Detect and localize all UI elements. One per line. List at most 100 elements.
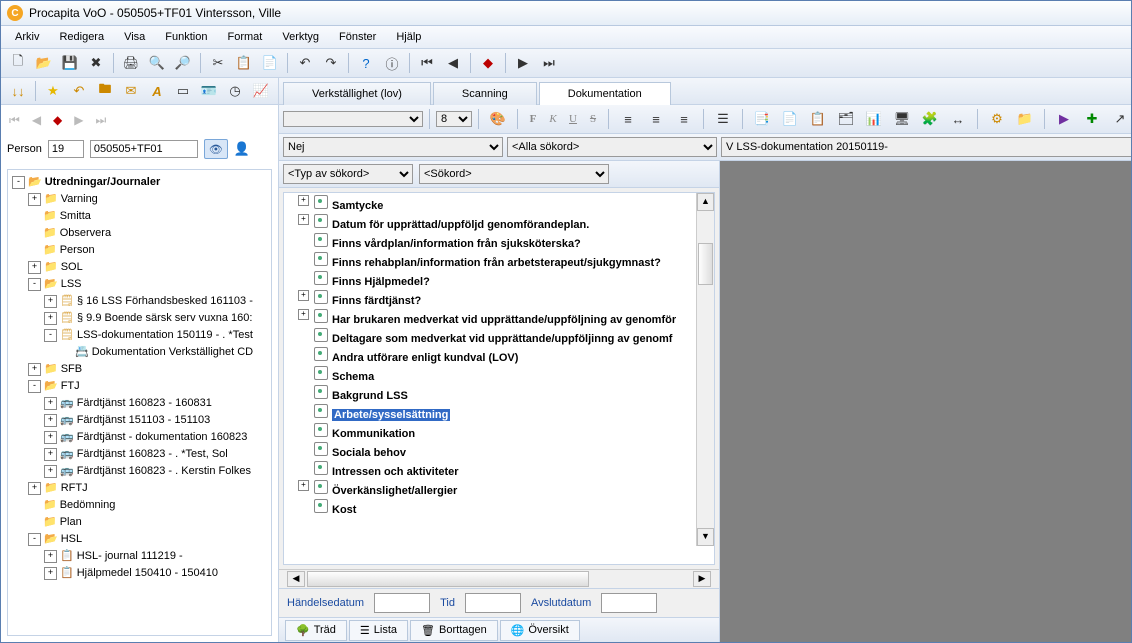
event-date-input[interactable]: [374, 593, 430, 613]
expand-icon[interactable]: +: [298, 309, 309, 320]
person-id-input[interactable]: [90, 140, 198, 158]
export-icon[interactable]: ↗: [1108, 107, 1131, 131]
nav-prev-icon[interactable]: ◀: [30, 113, 43, 127]
tree-item[interactable]: -📂FTJ+🚌Färdtjänst 160823 - 160831+🚌Färdt…: [28, 378, 269, 480]
menu-arkiv[interactable]: Arkiv: [5, 28, 49, 46]
id-icon[interactable]: 🪪: [197, 79, 221, 103]
horizontal-scrollbar[interactable]: ◀ ▶: [279, 569, 719, 588]
paste-icon[interactable]: 📄: [258, 51, 282, 75]
keyword-item[interactable]: Kommunikation: [284, 423, 714, 442]
time-input[interactable]: [465, 593, 521, 613]
expand-icon[interactable]: +: [28, 193, 41, 206]
tree-item[interactable]: +📁SFB: [28, 361, 269, 378]
keyword-item[interactable]: Bakgrund LSS: [284, 385, 714, 404]
expand-icon[interactable]: +: [298, 290, 309, 301]
expand-icon[interactable]: +: [298, 214, 309, 225]
folder2-icon[interactable]: 🖿: [93, 79, 117, 103]
tree-item[interactable]: 📁Plan: [28, 514, 269, 531]
t8-icon[interactable]: ↔: [946, 107, 970, 131]
menu-hjälp[interactable]: Hjälp: [386, 28, 431, 46]
add-icon[interactable]: ✚: [1080, 107, 1104, 131]
filter3-select[interactable]: V LSS-dokumentation 20150119-: [721, 137, 1131, 157]
info-icon[interactable]: ⓘ: [380, 51, 404, 75]
save-icon[interactable]: 💾: [58, 51, 82, 75]
tree-item[interactable]: +📋HSL- journal 111219 -: [44, 548, 269, 565]
end-date-input[interactable]: [601, 593, 657, 613]
filter1-select[interactable]: Nej: [283, 137, 503, 157]
star-icon[interactable]: ★: [41, 79, 65, 103]
tree-item[interactable]: 📇Dokumentation Verkställighet CD: [60, 344, 269, 361]
keyword-item[interactable]: +Datum för upprättad/uppföljd genomföran…: [284, 214, 714, 233]
tree-item[interactable]: +🚌Färdtjänst 151103 - 151103: [44, 412, 269, 429]
undo2-icon[interactable]: ↶: [67, 79, 91, 103]
tree-item[interactable]: -🗒LSS-dokumentation 150119 - . *Test📇Dok…: [44, 327, 269, 361]
expand-icon[interactable]: -: [44, 329, 57, 342]
menu-redigera[interactable]: Redigera: [49, 28, 114, 46]
t1-icon[interactable]: 📑: [750, 107, 774, 131]
t4-icon[interactable]: 🗂: [834, 107, 858, 131]
view-tab-översikt[interactable]: 🌐Översikt: [500, 620, 580, 641]
tree-item[interactable]: +📁SOL: [28, 259, 269, 276]
find-icon[interactable]: 🔎: [171, 51, 195, 75]
strike-icon[interactable]: S: [584, 113, 602, 125]
clock-icon[interactable]: ◷: [223, 79, 247, 103]
tree-item[interactable]: 📁Observera: [28, 225, 269, 242]
expand-icon[interactable]: +: [44, 312, 57, 325]
menu-format[interactable]: Format: [218, 28, 273, 46]
last-icon[interactable]: ⏭: [537, 51, 561, 75]
bold-icon[interactable]: F: [524, 113, 542, 125]
menu-verktyg[interactable]: Verktyg: [272, 28, 329, 46]
bold-a-icon[interactable]: A: [145, 79, 169, 103]
align-right-icon[interactable]: ≡: [672, 107, 696, 131]
expand-icon[interactable]: +: [44, 567, 57, 580]
expand-icon[interactable]: +: [298, 480, 309, 491]
tab-2[interactable]: Dokumentation: [539, 82, 671, 105]
tab-1[interactable]: Scanning: [433, 82, 537, 105]
person-silhouette-icon[interactable]: 👤: [234, 141, 250, 157]
align-center-icon[interactable]: ≡: [644, 107, 668, 131]
first-icon[interactable]: ⏮: [415, 51, 439, 75]
expand-icon[interactable]: +: [28, 482, 41, 495]
view-person-button[interactable]: 👁: [204, 139, 228, 159]
keyword-item[interactable]: Finns vårdplan/information från sjuksköt…: [284, 233, 714, 252]
next-icon[interactable]: ▶: [511, 51, 535, 75]
print-icon[interactable]: 🖨: [119, 51, 143, 75]
t9-icon[interactable]: ⚙: [985, 107, 1009, 131]
undo-icon[interactable]: ↶: [293, 51, 317, 75]
list-icon[interactable]: ☰: [711, 107, 735, 131]
kw-select[interactable]: <Sökord>: [419, 164, 609, 184]
keyword-item[interactable]: Andra utförare enligt kundval (LOV): [284, 347, 714, 366]
view-tab-borttagen[interactable]: 🗑Borttagen: [410, 620, 498, 641]
expand-icon[interactable]: +: [44, 414, 57, 427]
tree-item[interactable]: -📂HSL+📋HSL- journal 111219 -+📋Hjälpmedel…: [28, 531, 269, 582]
tree-item[interactable]: +📁Varning: [28, 191, 269, 208]
cut-icon[interactable]: ✂: [206, 51, 230, 75]
expand-icon[interactable]: -: [28, 278, 41, 291]
tree-item[interactable]: +🗒§ 9.9 Boende särsk serv vuxna 160:: [44, 310, 269, 327]
keyword-item[interactable]: Schema: [284, 366, 714, 385]
keyword-item[interactable]: Sociala behov: [284, 442, 714, 461]
tree-item[interactable]: +🗒§ 16 LSS Förhandsbesked 161103 -: [44, 293, 269, 310]
align-left-icon[interactable]: ≡: [616, 107, 640, 131]
tree-item[interactable]: +🚌Färdtjänst 160823 - 160831: [44, 395, 269, 412]
tree-item[interactable]: +🚌Färdtjänst - dokumentation 160823: [44, 429, 269, 446]
menu-funktion[interactable]: Funktion: [155, 28, 217, 46]
tree-item[interactable]: -📂LSS+🗒§ 16 LSS Förhandsbesked 161103 -+…: [28, 276, 269, 361]
preview-icon[interactable]: 🔍: [145, 51, 169, 75]
menu-visa[interactable]: Visa: [114, 28, 155, 46]
navigation-tree[interactable]: -📂Utredningar/Journaler+📁Varning📁Smitta📁…: [7, 169, 272, 636]
expand-icon[interactable]: +: [28, 363, 41, 376]
new-icon[interactable]: 🗋: [6, 51, 30, 75]
keyword-item[interactable]: Deltagare som medverkat vid upprättande/…: [284, 328, 714, 347]
filter2-select[interactable]: <Alla sökord>: [507, 137, 717, 157]
kw-type-select[interactable]: <Typ av sökord>: [283, 164, 413, 184]
expand-icon[interactable]: +: [28, 261, 41, 274]
nav-first-icon[interactable]: ⏮: [7, 113, 22, 128]
keyword-item[interactable]: Kost: [284, 499, 714, 518]
play-icon[interactable]: ▶: [1052, 107, 1076, 131]
tree-item[interactable]: 📁Bedömning: [28, 497, 269, 514]
help-icon[interactable]: ?: [354, 51, 378, 75]
keyword-item[interactable]: Finns rehabplan/information från arbetst…: [284, 252, 714, 271]
expand-icon[interactable]: -: [28, 380, 41, 393]
view-tab-lista[interactable]: ☰Lista: [349, 620, 408, 641]
